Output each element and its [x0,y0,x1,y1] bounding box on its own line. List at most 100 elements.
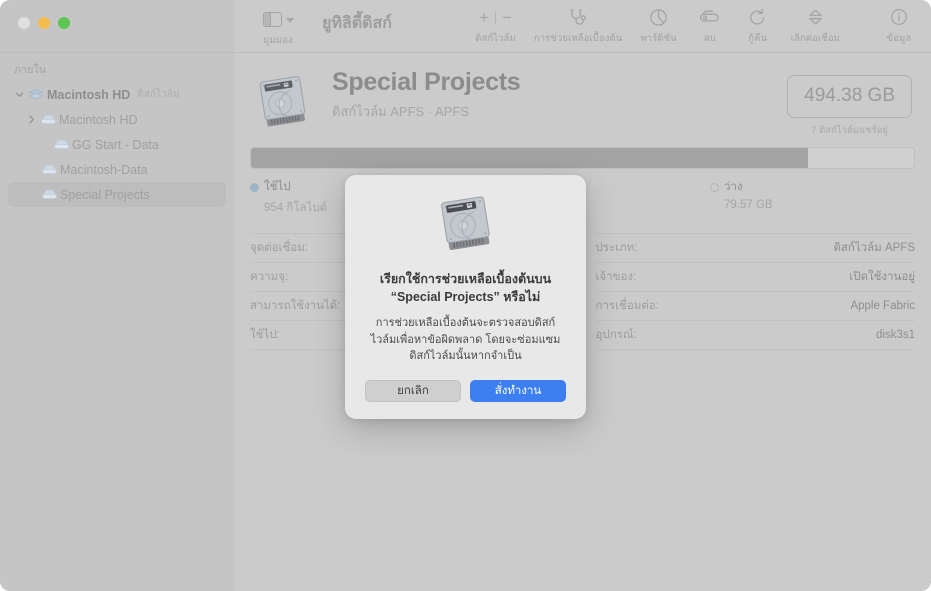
capacity-block: 494.38 GB 7 ดิสก์ไวล์มแชร์อยู่ [787,75,912,138]
disk-stack-icon [25,88,47,102]
disk-utility-window: มุมมอง ยูทิลิตี้ดิสก์ + − ดิสก์ไวล์ม การ… [0,0,931,591]
volume-icon [37,113,59,126]
storage-bar-used [251,148,808,168]
toolbar-erase-label: ลบ [703,33,716,44]
toolbar-erase-button[interactable]: ลบ [686,6,734,46]
info-row: การเชื่อมต่อ: Apple Fabric [595,292,915,321]
info-key: จุดต่อเชื่อม: [250,242,308,254]
view-control[interactable]: มุมมอง [250,8,306,48]
view-control-icons [250,8,306,30]
first-aid-confirmation-dialog: เรียกใช้การช่วยเหลือเบื้องต้นบน “Special… [345,175,586,419]
eject-icon [791,6,840,28]
titlebar-sidebar-section [0,0,234,52]
volume-icon [50,138,72,151]
info-column-right: ประเภท: ดิสก์ไวล์ม APFS เจ้าของ: เปิดใช้… [595,233,915,350]
hard-disk-icon [365,191,566,257]
sidebar-icon[interactable] [262,11,282,27]
minimize-button[interactable] [38,17,50,29]
info-circle-icon [882,6,916,28]
titlebar-toolbar: มุมมอง ยูทิลิตี้ดิสก์ + − ดิสก์ไวล์ม การ… [0,0,931,53]
info-key: เจ้าของ: [595,271,637,283]
minus-icon: − [502,7,512,27]
sidebar-item-special-projects[interactable]: Special Projects [8,182,226,207]
zoom-button[interactable] [58,17,70,29]
toolbar-volume-button[interactable]: + − ดิสก์ไวล์ม [466,6,525,46]
info-key: ประเภท: [595,242,638,254]
sidebar-item-label: Macintosh HD [59,112,138,127]
volume-header: Special Projects ดิสก์ไวล์ม APFS · APFS … [250,53,915,136]
toolbar-info-label: ข้อมูล [886,33,912,44]
sidebar-item-gg-start-data[interactable]: GG Start - Data [8,132,226,157]
info-row: อุปกรณ์: disk3s1 [595,321,915,350]
legend-swatch-used [250,182,259,192]
info-row: ประเภท: ดิสก์ไวล์ม APFS [595,233,915,263]
toolbar-unmount-button[interactable]: เลิกต่อเชื่อม [782,6,849,46]
dialog-buttons: ยกเลิก สั่งทำงาน [365,379,566,402]
sidebar-item-label: Macintosh-Data [60,162,148,177]
traffic-lights [18,17,70,29]
chevron-right-icon[interactable] [26,115,37,124]
info-value: ดิสก์ไวล์ม APFS [833,242,915,254]
toolbar-partition-label: พาร์ติชั่น [640,33,677,44]
toolbar: มุมมอง ยูทิลิตี้ดิสก์ + − ดิสก์ไวล์ม การ… [234,0,931,52]
app-title: ยูทิลิตี้ดิสก์ [322,15,392,32]
legend-label-used: ใช้ไป [264,181,291,193]
info-key: อุปกรณ์: [595,329,637,341]
hard-disk-icon [254,71,312,138]
toolbar-partition-button[interactable]: พาร์ติชั่น [631,6,685,46]
legend-item-used: ใช้ไป 954 กิโลไบต์ [250,178,327,217]
info-key: ความจุ: [250,271,289,283]
sidebar-item-macintosh-hd[interactable]: Macintosh HD [8,107,226,132]
legend-label-free: ว่าง [724,181,743,193]
sidebar: ภายใน Macintosh HD ดิสก์ไวล์ม Macintosh … [0,53,234,591]
info-key: สามารถใช้งานได้: [250,300,341,312]
toolbar-first-aid-button[interactable]: การช่วยเหลือเบื้องต้น [525,6,631,46]
sidebar-item-label: Special Projects [60,187,150,202]
sidebar-item-macintosh-hd-container[interactable]: Macintosh HD ดิสก์ไวล์ม [8,82,226,107]
capacity-note: 7 ดิสก์ไวล์มแชร์อยู่ [811,125,888,136]
window-frame: มุมมอง ยูทิลิตี้ดิสก์ + − ดิสก์ไวล์ม การ… [0,0,931,591]
toolbar-volume-label: ดิสก์ไวล์ม [475,33,516,44]
info-key: การเชื่อมต่อ: [595,300,659,312]
legend-value-used: 954 กิโลไบต์ [264,202,328,214]
sidebar-item-macintosh-data[interactable]: Macintosh-Data [8,157,226,182]
volume-title-block: Special Projects ดิสก์ไวล์ม APFS · APFS [332,68,787,122]
info-value: Apple Fabric [850,300,915,312]
dialog-message: การช่วยเหลือเบื้องต้นจะตรวจสอบดิสก์ไวล์ม… [370,317,561,363]
sidebar-item-label: GG Start - Data [72,137,159,152]
plus-minus-icon: + − [475,6,516,28]
erase-icon [693,6,727,28]
toolbar-items: + − ดิสก์ไวล์ม การช่วยเหลือเบื้องต้น พาร… [466,6,923,48]
info-key: ใช้ไป: [250,329,280,341]
chevron-down-icon[interactable] [285,17,294,23]
dialog-title: เรียกใช้การช่วยเหลือเบื้องต้นบน “Special… [379,272,552,305]
restore-arrow-icon [741,6,775,28]
view-control-label: มุมมอง [263,35,293,46]
cancel-button[interactable]: ยกเลิก [365,379,461,402]
volume-name: Special Projects [332,68,521,96]
sidebar-item-subtitle: ดิสก์ไวล์ม [137,89,180,100]
info-value: เปิดใช้งานอยู่ [849,271,915,283]
close-button[interactable] [18,17,30,29]
toolbar-restore-label: กู้คืน [748,33,768,44]
volume-subtitle: ดิสก์ไวล์ม APFS · APFS [332,103,469,119]
toolbar-info-button[interactable]: ข้อมูล [875,6,923,46]
stethoscope-icon [534,6,622,28]
sidebar-item-label: Macintosh HD [47,87,131,102]
sidebar-section-header: ภายใน [14,64,47,76]
volume-icon [38,188,60,201]
storage-bar [250,147,915,169]
plus-icon: + [479,7,490,27]
info-value: disk3s1 [876,329,915,341]
legend-item-free: ว่าง 79.57 GB [710,178,915,217]
legend-swatch-free [710,182,719,192]
legend-value-free: 79.57 GB [724,199,773,211]
chevron-down-icon[interactable] [14,90,25,99]
toolbar-first-aid-label: การช่วยเหลือเบื้องต้น [533,33,623,44]
volume-icon [38,163,60,176]
info-row: เจ้าของ: เปิดใช้งานอยู่ [595,263,915,292]
run-button[interactable]: สั่งทำงาน [470,379,566,402]
pie-chart-icon [640,6,676,28]
toolbar-restore-button[interactable]: กู้คืน [734,6,782,46]
toolbar-unmount-label: เลิกต่อเชื่อม [790,33,840,44]
